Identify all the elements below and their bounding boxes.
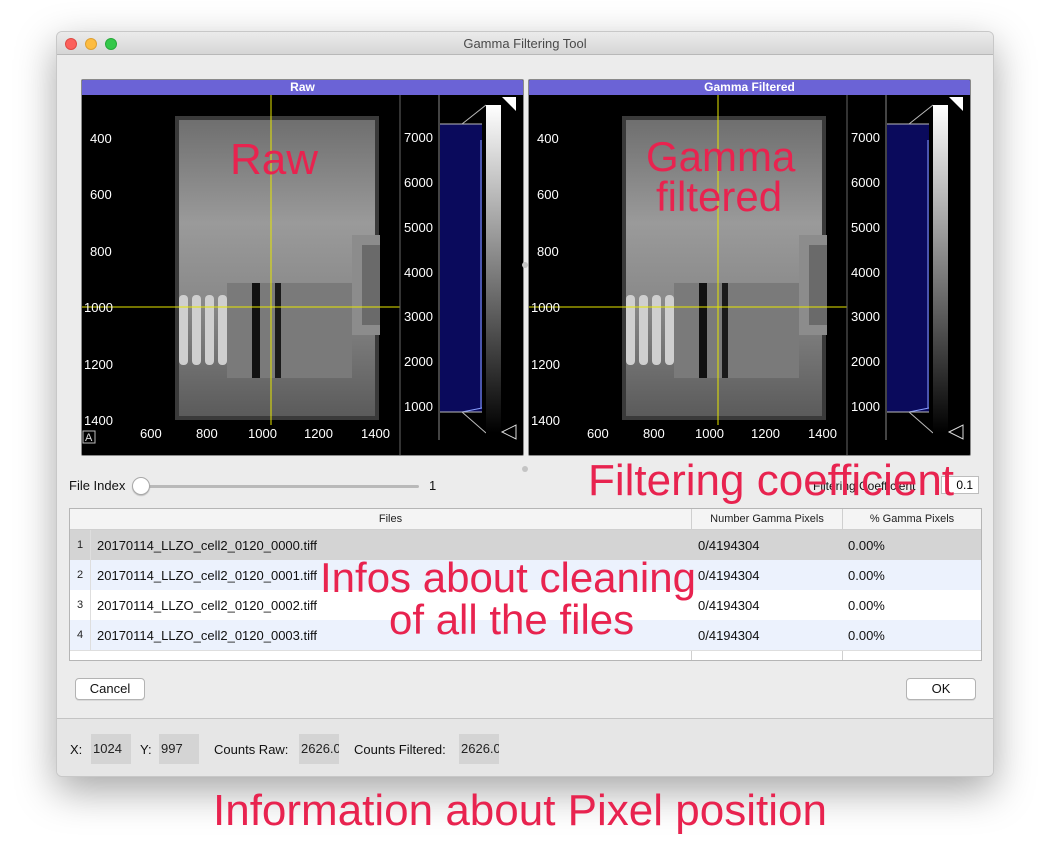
annotation-filtering-coefficient: Filtering coefficient <box>588 456 955 505</box>
colorbar-tick: 1000 <box>851 399 880 414</box>
gamma-percent-cell: 0.00% <box>848 538 885 553</box>
x-tick: 600 <box>140 426 162 441</box>
gamma-filtering-window: Gamma Filtering Tool Raw 400 600 800 100… <box>56 31 994 777</box>
y-tick: 400 <box>90 131 112 146</box>
x-tick: 1200 <box>751 426 780 441</box>
colorbar-tick: 4000 <box>404 265 433 280</box>
column-header-number-gamma[interactable]: Number Gamma Pixels <box>692 513 842 525</box>
x-tick: 1200 <box>304 426 333 441</box>
x-tick: 1400 <box>361 426 390 441</box>
colorbar-tick: 3000 <box>404 309 433 324</box>
gamma-percent-cell: 0.00% <box>848 598 885 613</box>
row-number: 2 <box>70 560 91 590</box>
annotation-infos-line1: Infos about cleaning <box>320 554 696 601</box>
gamma-count-cell: 0/4194304 <box>698 598 760 613</box>
gamma-percent-cell: 0.00% <box>848 568 885 583</box>
file-name-cell: 20170114_LLZO_cell2_0120_0002.tiff <box>97 598 317 613</box>
y-tick: 800 <box>537 244 559 259</box>
x-tick: 600 <box>587 426 609 441</box>
table-header: Files Number Gamma Pixels % Gamma Pixels <box>70 509 981 530</box>
y-label: Y: <box>140 742 152 757</box>
colorbar-tick: 4000 <box>851 265 880 280</box>
pixel-status-bar: X: 1024 Y: 997 Counts Raw: 2626.0 Counts… <box>57 718 993 776</box>
x-tick: 1400 <box>808 426 837 441</box>
x-tick: 800 <box>196 426 218 441</box>
ok-button[interactable]: OK <box>906 678 976 700</box>
y-tick: 600 <box>90 187 112 202</box>
colorbar-tick: 6000 <box>404 175 433 190</box>
x-tick: 800 <box>643 426 665 441</box>
colorbar-tick: 2000 <box>404 354 433 369</box>
counts-raw-label: Counts Raw: <box>214 742 289 757</box>
counts-filtered-label: Counts Filtered: <box>354 742 446 757</box>
annotation-pixel-position: Information about Pixel position <box>213 786 827 835</box>
row-number: 1 <box>70 530 91 560</box>
colorbar-tick: 7000 <box>851 130 880 145</box>
file-index-slider-knob[interactable] <box>132 477 150 495</box>
x-label: X: <box>70 742 83 757</box>
x-tick: 1000 <box>695 426 724 441</box>
file-index-label: File Index <box>69 478 126 493</box>
file-name-cell: 20170114_LLZO_cell2_0120_0003.tiff <box>97 628 317 643</box>
y-tick: 1200 <box>84 357 113 372</box>
annotation-gamma-line2: filtered <box>656 173 783 220</box>
histogram[interactable] <box>887 124 929 412</box>
y-tick: 1000 <box>84 300 113 315</box>
y-tick: 800 <box>90 244 112 259</box>
column-header-percent-gamma[interactable]: % Gamma Pixels <box>843 513 981 525</box>
colorbar-tick: 7000 <box>404 130 433 145</box>
y-tick: 1200 <box>531 357 560 372</box>
annotation-gamma-line1: Gamma <box>646 133 796 180</box>
title-bar: Gamma Filtering Tool <box>57 32 993 55</box>
gamma-count-cell: 0/4194304 <box>698 628 760 643</box>
cancel-button[interactable]: Cancel <box>75 678 145 700</box>
file-name-cell: 20170114_LLZO_cell2_0120_0001.tiff <box>97 568 317 583</box>
window-title: Gamma Filtering Tool <box>463 36 587 51</box>
splitter-handle[interactable] <box>522 262 528 268</box>
gradient-bar[interactable] <box>486 105 501 433</box>
auto-range-label: A <box>85 432 93 444</box>
file-name-cell: 20170114_LLZO_cell2_0120_0000.tiff <box>97 538 317 553</box>
y-value: 997 <box>159 734 199 764</box>
x-tick: 1000 <box>248 426 277 441</box>
file-index-value: 1 <box>429 478 437 493</box>
gamma-count-cell: 0/4194304 <box>698 568 760 583</box>
colorbar-tick: 5000 <box>404 220 433 235</box>
y-tick: 400 <box>537 131 559 146</box>
colorbar-tick: 2000 <box>851 354 880 369</box>
gamma-count-cell: 0/4194304 <box>698 538 760 553</box>
colorbar-tick: 6000 <box>851 175 880 190</box>
raw-panel-header: Raw <box>82 80 523 95</box>
gamma-percent-cell: 0.00% <box>848 628 885 643</box>
colorbar-tick: 1000 <box>404 399 433 414</box>
splitter-handle[interactable] <box>522 466 528 472</box>
y-tick: 600 <box>537 187 559 202</box>
annotation-infos-line2: of all the files <box>389 596 635 643</box>
gradient-bar[interactable] <box>933 105 948 433</box>
annotation-raw: Raw <box>230 135 319 184</box>
x-value: 1024 <box>91 734 131 764</box>
counts-raw-value: 2626.0 <box>299 734 339 764</box>
row-number: 4 <box>70 620 91 650</box>
y-tick: 1000 <box>531 300 560 315</box>
histogram[interactable] <box>440 124 482 412</box>
colorbar-tick: 3000 <box>851 309 880 324</box>
file-index-slider[interactable] <box>137 485 419 488</box>
counts-filtered-value: 2626.0 <box>459 734 499 764</box>
row-number: 3 <box>70 590 91 620</box>
column-header-files[interactable]: Files <box>90 513 691 525</box>
filtered-panel-header: Gamma Filtered <box>529 80 970 95</box>
colorbar-tick: 5000 <box>851 220 880 235</box>
